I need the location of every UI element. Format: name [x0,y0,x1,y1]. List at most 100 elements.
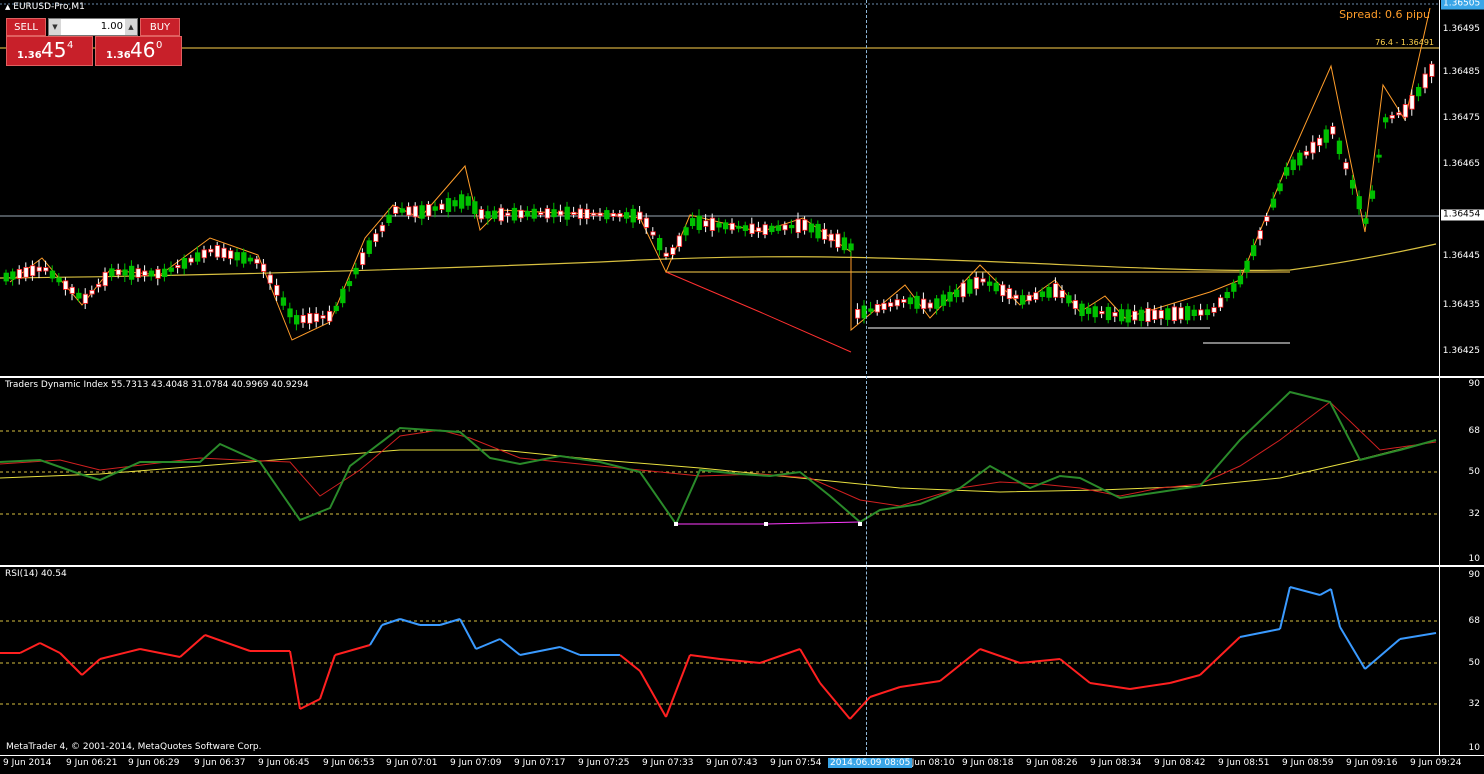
candle-body [657,238,663,251]
rsi-segment [979,648,1021,664]
rsi-axis-tick-label: 50 [1468,658,1480,668]
rsi-chart[interactable] [0,567,1440,755]
price-chart[interactable] [0,0,1440,376]
candle-body [1119,309,1125,322]
price-axis[interactable]: 1.36495 1.36485 1.36475 1.36465 1.36454 1.364… [1439,0,1484,376]
candle-body [148,270,155,277]
time-axis[interactable]: 9 Jun 2014 9 Jun 06:21 9 Jun 06:29 9 Jun 06… [0,755,1484,774]
candle-body [373,233,379,243]
time-axis-label: 9 Jun 06:29 [128,758,180,768]
candle-body [1422,73,1428,89]
candle-body [769,225,775,233]
candle-body [1257,230,1263,240]
candle-body [76,292,82,299]
candle-body [815,223,821,239]
candle-body [346,281,353,287]
rsi-axis[interactable]: 90 68 50 32 10 [1439,567,1484,755]
candle-body [23,266,29,278]
rsi-axis-tick-label: 32 [1468,699,1480,709]
crosshair-time-label: 2014.06.09 08:05 [828,758,913,768]
decrease-lot-icon[interactable]: ▼ [49,19,61,35]
rsi-segment [689,654,721,660]
candle-body [822,228,828,240]
rsi-segment [59,652,83,676]
candle-body [954,289,960,298]
candle-body [313,313,320,323]
candle-body [1218,297,1224,308]
candle-body [584,208,590,219]
candle-body [742,225,749,231]
rsi-segment [1129,682,1171,690]
candle-body [1099,311,1105,315]
candle-body [109,268,115,277]
candle-body [1059,290,1065,298]
tdi-pane[interactable]: 90 68 50 32 10 Traders Dynamic Index 55.7313… [0,378,1484,565]
candle-body [161,268,168,277]
candle-body [1389,114,1395,119]
rsi-pane[interactable]: 90 68 50 32 10 RSI(14) 40.54 MetaTrader 4, ©… [0,567,1484,755]
buy-button[interactable]: BUY [140,18,180,36]
candle-body [181,257,188,269]
time-axis-label: 9 Jun 2014 [3,758,52,768]
spread-label: Spread: 0.6 pipu [1339,8,1430,21]
candle-body [1211,307,1217,313]
candle-body [775,225,782,231]
rsi-segment [439,618,461,626]
crosshair-line [866,0,867,755]
lot-size-field[interactable]: ▼ 1.00 ▲ [48,18,138,36]
candle-body [1178,307,1184,320]
time-axis-label: 9 Jun 06:21 [66,758,118,768]
candle-body [1125,309,1131,323]
time-axis-label: 9 Jun 08:51 [1218,758,1270,768]
candle-body [907,297,914,305]
candle-body [406,206,412,216]
buy-price-button[interactable]: 1.36 46 0 [95,36,182,66]
time-axis-label: 9 Jun 06:53 [323,758,375,768]
sell-price-button[interactable]: 1.36 45 4 [6,36,93,66]
candle-body [155,268,161,279]
candle-body [260,263,267,272]
candle-body [795,218,801,233]
candle-body [1152,309,1158,320]
trendline [665,271,852,353]
candle-body [89,289,95,295]
candle-body [1310,141,1316,154]
candle-body [723,222,729,230]
candle-body [135,268,141,278]
candle-body [1033,292,1039,300]
rsi-axis-tick-label: 90 [1468,570,1480,580]
candle-body [69,286,75,294]
candle-body [1244,260,1250,273]
rsi-segment [1169,674,1201,684]
candle-body [491,210,498,219]
buy-price-big: 46 [130,38,156,62]
candle-body [1145,308,1151,322]
tdi-chart[interactable] [0,378,1440,565]
ask-price-tag: 1.36505 [1441,0,1484,10]
price-axis-tick-label: 1.36495 [1442,24,1480,34]
increase-lot-icon[interactable]: ▲ [125,19,137,35]
candle-body [1053,283,1059,298]
candle-body [102,271,108,287]
candle-body [637,211,643,221]
time-axis-label: 9 Jun 07:25 [578,758,630,768]
tdi-axis[interactable]: 90 68 50 32 10 [1439,378,1484,565]
price-axis-tick-label: 1.36435 [1442,300,1480,310]
sell-price-pip: 4 [67,40,74,51]
buy-price-pip: 0 [156,40,163,51]
candle-body [1383,117,1389,123]
candle-body [571,211,577,215]
lot-size-value[interactable]: 1.00 [63,19,123,35]
zigzag-line [9,7,1431,341]
candle-body [703,220,709,227]
candle-body [1006,288,1013,300]
rsi-segment [1279,586,1291,630]
candle-body [340,288,346,304]
candle-body [1270,198,1277,208]
triangle-up-icon[interactable]: ▲ [5,3,10,11]
sell-button[interactable]: SELL [6,18,46,36]
candle-body [525,211,531,217]
rsi-segment [849,696,871,720]
candle-body [445,198,452,212]
price-pane[interactable]: 1.364951.364851.364751.364651.364541.364… [0,0,1484,376]
